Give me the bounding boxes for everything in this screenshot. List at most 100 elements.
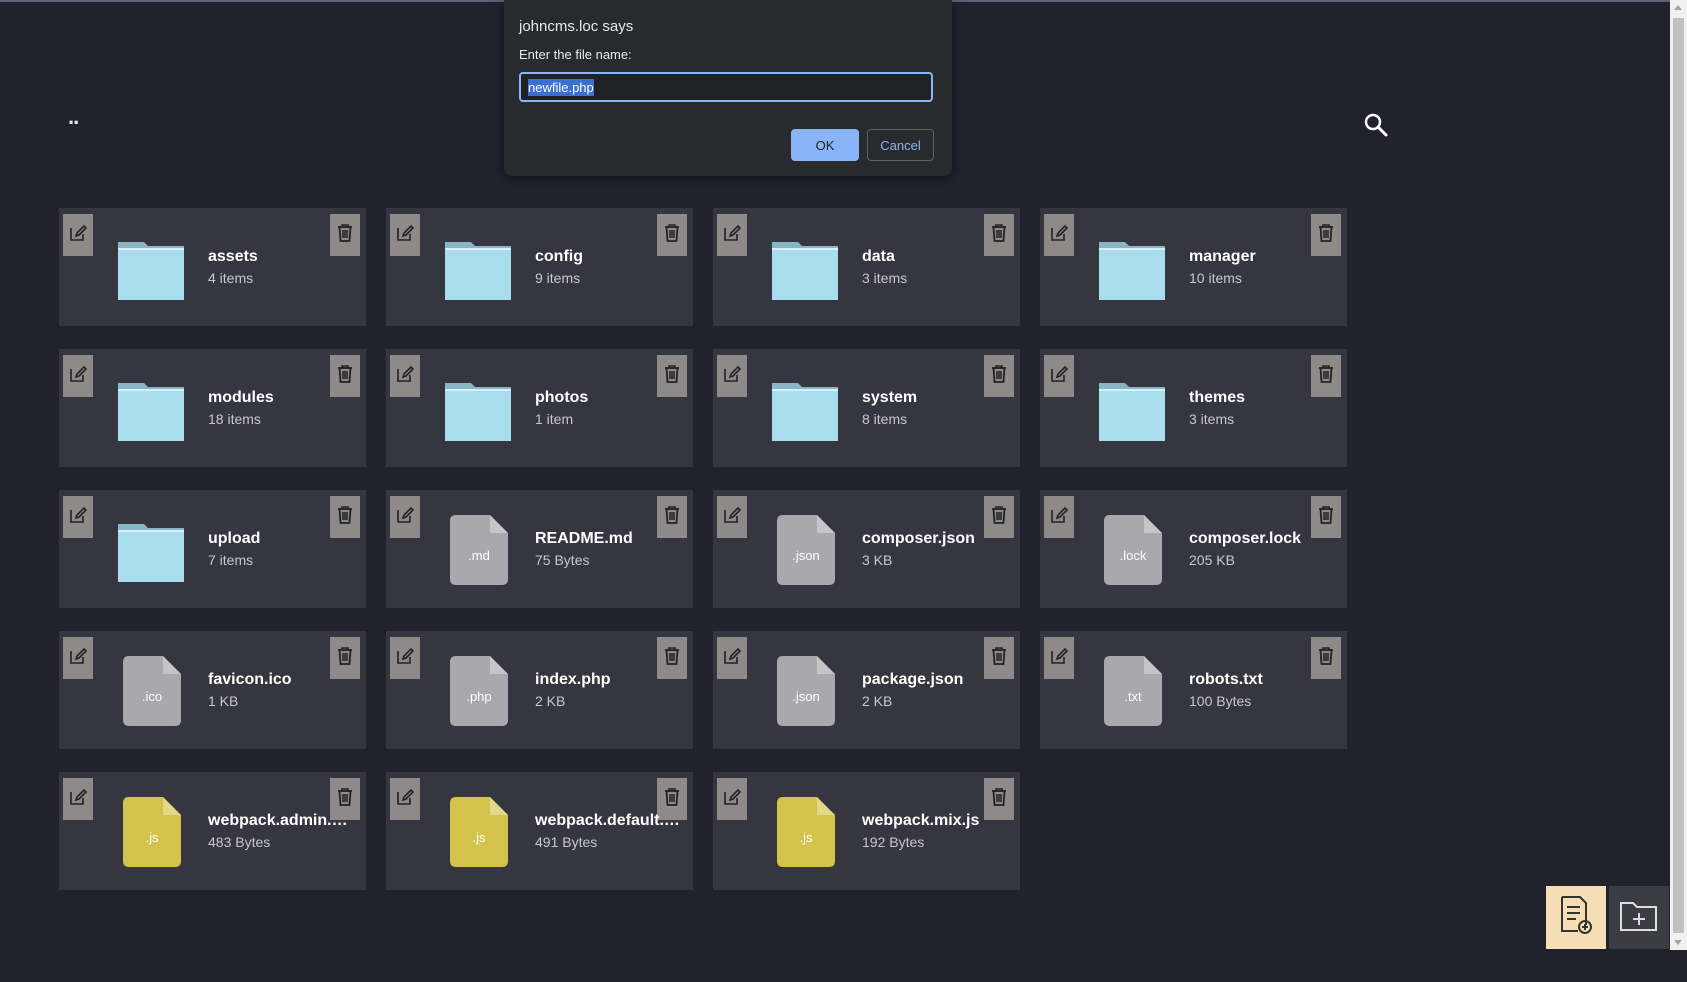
- item-name[interactable]: webpack.mix.js: [862, 812, 1014, 830]
- item-meta: 1 item: [535, 411, 574, 427]
- folder-icon: [116, 234, 186, 304]
- edit-icon: [68, 364, 88, 389]
- edit-button[interactable]: [1044, 214, 1074, 256]
- new-folder-button[interactable]: [1609, 886, 1669, 949]
- folder-card[interactable]: manager 10 items: [1040, 208, 1347, 326]
- file-card[interactable]: .php index.php 2 KB: [386, 631, 693, 749]
- trash-icon: [990, 787, 1008, 812]
- item-meta: 1 KB: [208, 693, 239, 709]
- file-card[interactable]: .js webpack.mix.js 192 Bytes: [713, 772, 1020, 890]
- scroll-up-arrow[interactable]: [1674, 5, 1682, 10]
- edit-button[interactable]: [1044, 355, 1074, 397]
- file-icon: .js: [777, 797, 835, 867]
- cancel-button[interactable]: Cancel: [867, 129, 934, 161]
- item-name[interactable]: composer.lock: [1189, 530, 1341, 548]
- file-card[interactable]: .js webpack.default.mix.js 491 Bytes: [386, 772, 693, 890]
- item-name[interactable]: assets: [208, 248, 360, 266]
- item-meta: 10 items: [1189, 270, 1242, 286]
- item-meta: 8 items: [862, 411, 908, 427]
- file-extension-label: .lock: [1119, 548, 1147, 563]
- dialog-message: Enter the file name:: [519, 47, 632, 62]
- item-name[interactable]: modules: [208, 389, 360, 407]
- folder-card[interactable]: upload 7 items: [59, 490, 366, 608]
- item-name[interactable]: index.php: [535, 671, 687, 689]
- search-icon[interactable]: [1363, 112, 1389, 138]
- file-card[interactable]: .ico favicon.ico 1 KB: [59, 631, 366, 749]
- new-folder-icon: [1619, 897, 1659, 938]
- folder-card[interactable]: themes 3 items: [1040, 349, 1347, 467]
- file-icon: .json: [777, 515, 835, 585]
- scroll-down-arrow[interactable]: [1674, 940, 1682, 945]
- item-name[interactable]: README.md: [535, 530, 687, 548]
- item-meta: 491 Bytes: [535, 834, 598, 850]
- file-icon: .js: [123, 797, 181, 867]
- edit-button[interactable]: [390, 214, 420, 256]
- parent-directory-link[interactable]: ..: [68, 106, 79, 128]
- new-file-button[interactable]: [1546, 886, 1606, 949]
- file-card[interactable]: .json composer.json 3 KB: [713, 490, 1020, 608]
- trash-icon: [990, 646, 1008, 671]
- folder-card[interactable]: config 9 items: [386, 208, 693, 326]
- edit-button[interactable]: [390, 496, 420, 538]
- vertical-scrollbar[interactable]: [1670, 0, 1687, 950]
- edit-button[interactable]: [717, 214, 747, 256]
- edit-button[interactable]: [390, 637, 420, 679]
- item-name[interactable]: manager: [1189, 248, 1341, 266]
- edit-icon: [395, 364, 415, 389]
- edit-button[interactable]: [717, 778, 747, 820]
- edit-button[interactable]: [63, 214, 93, 256]
- item-meta: 75 Bytes: [535, 552, 590, 568]
- item-name[interactable]: photos: [535, 389, 687, 407]
- file-icon: .txt: [1104, 656, 1162, 726]
- trash-icon: [336, 223, 354, 248]
- file-card[interactable]: .md README.md 75 Bytes: [386, 490, 693, 608]
- item-name[interactable]: webpack.default.mix.js: [535, 812, 687, 830]
- item-name[interactable]: favicon.ico: [208, 671, 360, 689]
- folder-icon: [443, 234, 513, 304]
- folder-card[interactable]: modules 18 items: [59, 349, 366, 467]
- item-name[interactable]: composer.json: [862, 530, 1014, 548]
- folder-card[interactable]: system 8 items: [713, 349, 1020, 467]
- item-name[interactable]: themes: [1189, 389, 1341, 407]
- file-card[interactable]: .txt robots.txt 100 Bytes: [1040, 631, 1347, 749]
- edit-button[interactable]: [63, 355, 93, 397]
- item-name[interactable]: robots.txt: [1189, 671, 1341, 689]
- edit-button[interactable]: [390, 778, 420, 820]
- folder-card[interactable]: photos 1 item: [386, 349, 693, 467]
- edit-button[interactable]: [1044, 637, 1074, 679]
- edit-button[interactable]: [63, 637, 93, 679]
- file-extension-label: .txt: [1124, 689, 1142, 704]
- file-card[interactable]: .json package.json 2 KB: [713, 631, 1020, 749]
- item-name[interactable]: config: [535, 248, 687, 266]
- trash-icon: [336, 505, 354, 530]
- folder-card[interactable]: data 3 items: [713, 208, 1020, 326]
- edit-button[interactable]: [717, 355, 747, 397]
- item-name[interactable]: data: [862, 248, 1014, 266]
- ok-button[interactable]: OK: [791, 129, 859, 161]
- edit-button[interactable]: [717, 637, 747, 679]
- item-name[interactable]: package.json: [862, 671, 1014, 689]
- item-meta: 100 Bytes: [1189, 693, 1252, 709]
- item-meta: 205 KB: [1189, 552, 1235, 568]
- edit-button[interactable]: [63, 496, 93, 538]
- item-meta: 192 Bytes: [862, 834, 925, 850]
- file-card[interactable]: .js webpack.admin.mix.js 483 Bytes: [59, 772, 366, 890]
- file-name-value: newfile.php: [528, 78, 594, 96]
- edit-button[interactable]: [1044, 496, 1074, 538]
- scrollbar-thumb[interactable]: [1673, 18, 1684, 933]
- edit-button[interactable]: [390, 355, 420, 397]
- trash-icon: [663, 787, 681, 812]
- trash-icon: [336, 646, 354, 671]
- item-name[interactable]: system: [862, 389, 1014, 407]
- item-name[interactable]: upload: [208, 530, 360, 548]
- file-card[interactable]: .lock composer.lock 205 KB: [1040, 490, 1347, 608]
- file-name-input[interactable]: newfile.php: [519, 72, 933, 102]
- file-icon: .php: [450, 656, 508, 726]
- edit-button[interactable]: [717, 496, 747, 538]
- edit-button[interactable]: [63, 778, 93, 820]
- item-meta: 18 items: [208, 411, 261, 427]
- trash-icon: [663, 223, 681, 248]
- folder-card[interactable]: assets 4 items: [59, 208, 366, 326]
- trash-icon: [990, 223, 1008, 248]
- item-name[interactable]: webpack.admin.mix.js: [208, 812, 360, 830]
